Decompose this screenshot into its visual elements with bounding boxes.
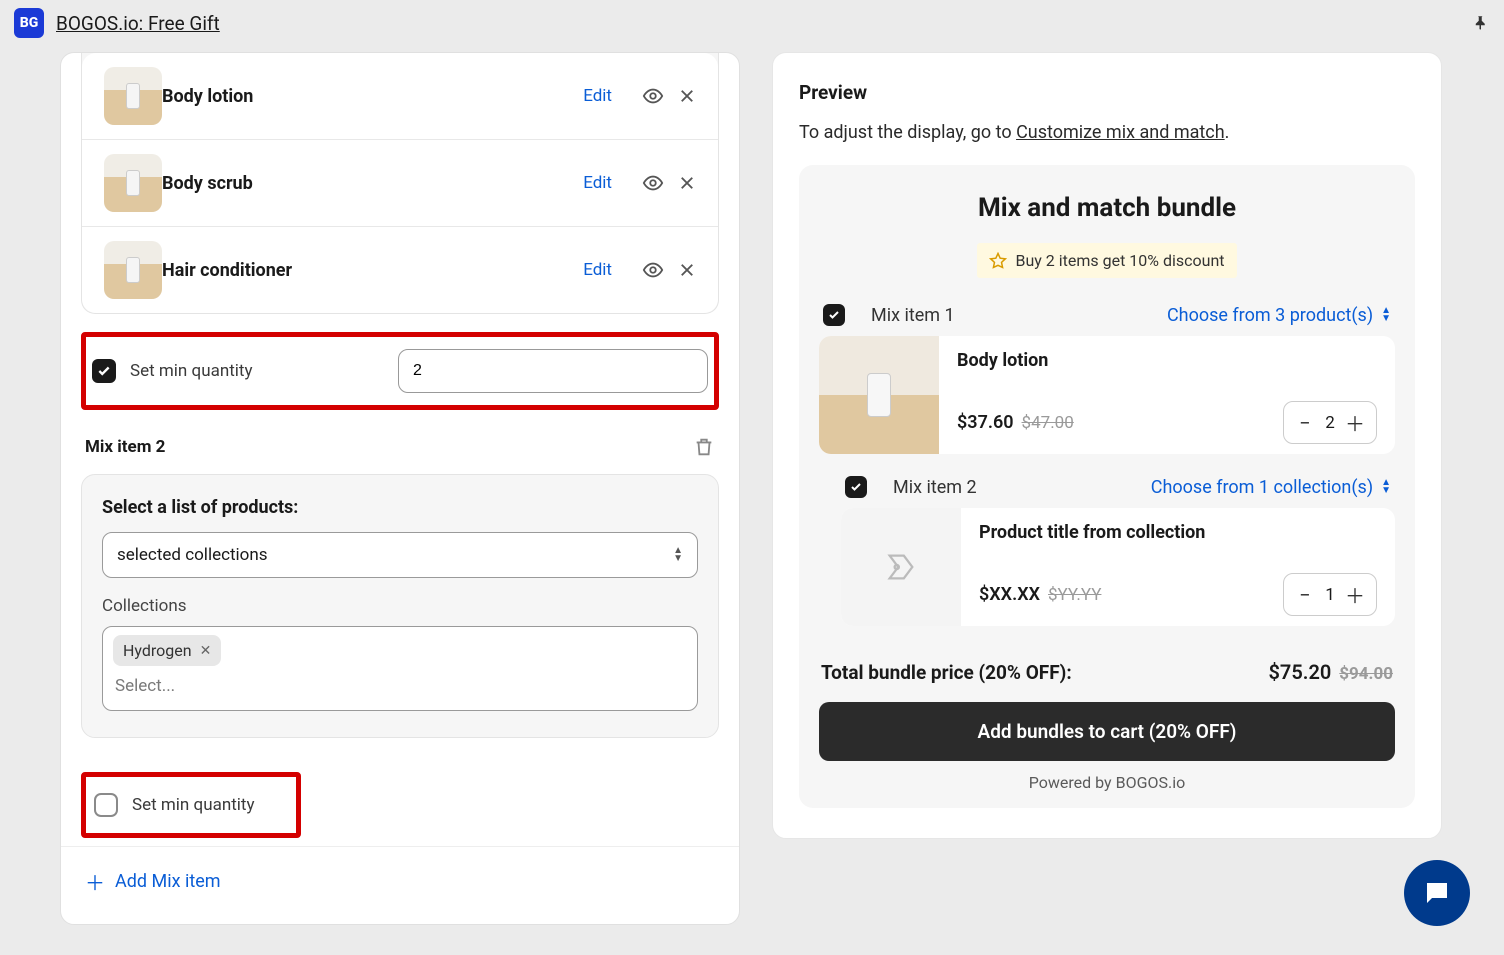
promo-text: Buy 2 items get 10% discount <box>1015 251 1224 270</box>
highlight-set-min-1: Set min quantity <box>81 332 719 410</box>
set-min-checkbox-checked[interactable] <box>92 359 116 383</box>
plus-icon: ＋ <box>85 867 105 896</box>
mix2-checkbox[interactable] <box>845 476 867 498</box>
mix-item-2-header: Mix item 2 <box>61 410 739 474</box>
mix-item-2-title: Mix item 2 <box>85 437 165 457</box>
total-price: $75.20 <box>1268 660 1331 684</box>
config-panel: Body lotion Edit Body scrub Edit <box>60 52 740 925</box>
mix-item-2-card: Select a list of products: selected coll… <box>81 474 719 738</box>
mix1-checkbox[interactable] <box>823 304 845 326</box>
edit-link[interactable]: Edit <box>583 86 612 106</box>
product-name: Body scrub <box>162 173 583 194</box>
chevron-updown-icon: ▲▼ <box>1381 479 1391 495</box>
chevron-updown-icon: ▲▼ <box>673 547 683 563</box>
select-products-label: Select a list of products: <box>102 497 698 518</box>
qty-value: 1 <box>1316 585 1344 605</box>
qty-plus-button[interactable]: ＋ <box>1344 408 1366 437</box>
min-quantity-input[interactable] <box>398 349 708 393</box>
qty-plus-button[interactable]: ＋ <box>1344 580 1366 609</box>
set-min-checkbox-unchecked[interactable] <box>94 793 118 817</box>
chat-fab[interactable] <box>1404 860 1470 926</box>
add-to-cart-button[interactable]: Add bundles to cart (20% OFF) <box>819 702 1395 761</box>
product-title: Product title from collection <box>979 522 1377 543</box>
trash-icon[interactable] <box>693 436 715 458</box>
preview-product-2: Product title from collection $XX.XX $YY… <box>841 508 1395 626</box>
qty-minus-button[interactable]: − <box>1294 411 1316 435</box>
close-icon[interactable] <box>678 174 696 192</box>
add-mix-item-button[interactable]: ＋ Add Mix item <box>61 846 739 924</box>
set-min-label: Set min quantity <box>130 361 253 381</box>
product-row: Hair conditioner Edit <box>82 227 718 313</box>
edit-link[interactable]: Edit <box>583 173 612 193</box>
product-price-old: $47.00 <box>1022 413 1074 433</box>
collections-input[interactable]: Hydrogen ✕ Select... <box>102 626 698 711</box>
select-value: selected collections <box>117 545 268 565</box>
product-thumb <box>104 67 162 125</box>
eye-icon[interactable] <box>642 172 664 194</box>
add-mix-label: Add Mix item <box>115 871 221 892</box>
product-price: $37.60 <box>957 412 1014 433</box>
eye-icon[interactable] <box>642 259 664 281</box>
preview-product-1: Body lotion $37.60 $47.00 − 2 ＋ <box>819 336 1395 454</box>
bundle-heading: Mix and match bundle <box>819 193 1395 223</box>
product-name: Hair conditioner <box>162 260 583 281</box>
chevron-updown-icon: ▲▼ <box>1381 307 1391 323</box>
promo-ribbon: Buy 2 items get 10% discount <box>977 243 1237 278</box>
collections-label: Collections <box>102 596 698 616</box>
quantity-stepper: − 2 ＋ <box>1283 401 1377 444</box>
set-min-label: Set min quantity <box>132 795 255 815</box>
product-name: Body lotion <box>162 86 583 107</box>
total-label: Total bundle price (20% OFF): <box>821 661 1072 684</box>
app-icon: BG <box>14 8 44 38</box>
remove-tag-icon[interactable]: ✕ <box>200 643 212 659</box>
product-row: Body lotion Edit <box>82 53 718 140</box>
product-source-select[interactable]: selected collections ▲▼ <box>102 532 698 578</box>
product-thumb-placeholder <box>841 508 961 626</box>
bundle-preview: Mix and match bundle Buy 2 items get 10%… <box>799 165 1415 808</box>
product-title: Body lotion <box>957 350 1377 371</box>
customize-link[interactable]: Customize mix and match <box>1016 122 1225 143</box>
mix1-choose-link[interactable]: Choose from 3 product(s) ▲▼ <box>1167 305 1391 326</box>
product-price-old: $YY.YY <box>1048 585 1101 605</box>
preview-mix1-header: Mix item 1 Choose from 3 product(s) ▲▼ <box>819 300 1395 336</box>
product-thumb <box>104 154 162 212</box>
mix1-label: Mix item 1 <box>871 305 955 326</box>
total-price-old: $94.00 <box>1339 664 1393 684</box>
highlight-set-min-2: Set min quantity <box>81 772 301 838</box>
mix-item-1-card: Body lotion Edit Body scrub Edit <box>81 53 719 314</box>
tag-chip: Hydrogen ✕ <box>113 635 221 666</box>
edit-link[interactable]: Edit <box>583 260 612 280</box>
app-title[interactable]: BOGOS.io: Free Gift <box>56 12 220 35</box>
tag-label: Hydrogen <box>123 641 192 660</box>
preview-title: Preview <box>799 81 1415 104</box>
mix2-choose-link[interactable]: Choose from 1 collection(s) ▲▼ <box>1151 477 1391 498</box>
preview-panel: Preview To adjust the display, go to Cus… <box>772 52 1442 839</box>
qty-value: 2 <box>1316 413 1344 433</box>
product-thumb <box>104 241 162 299</box>
tag-placeholder: Select... <box>113 672 687 700</box>
qty-minus-button[interactable]: − <box>1294 583 1316 607</box>
total-row: Total bundle price (20% OFF): $75.20 $94… <box>819 644 1395 702</box>
product-row: Body scrub Edit <box>82 140 718 227</box>
preview-subtitle: To adjust the display, go to Customize m… <box>799 122 1415 143</box>
preview-mix2-header: Mix item 2 Choose from 1 collection(s) ▲… <box>841 472 1395 508</box>
pin-icon[interactable] <box>1472 14 1490 32</box>
product-price: $XX.XX <box>979 584 1040 605</box>
powered-by: Powered by BOGOS.io <box>819 773 1395 792</box>
product-thumb <box>819 336 939 454</box>
topbar: BG BOGOS.io: Free Gift <box>0 0 1504 46</box>
close-icon[interactable] <box>678 261 696 279</box>
quantity-stepper: − 1 ＋ <box>1283 573 1377 616</box>
star-icon <box>989 252 1007 270</box>
eye-icon[interactable] <box>642 85 664 107</box>
mix2-label: Mix item 2 <box>893 477 977 498</box>
close-icon[interactable] <box>678 87 696 105</box>
